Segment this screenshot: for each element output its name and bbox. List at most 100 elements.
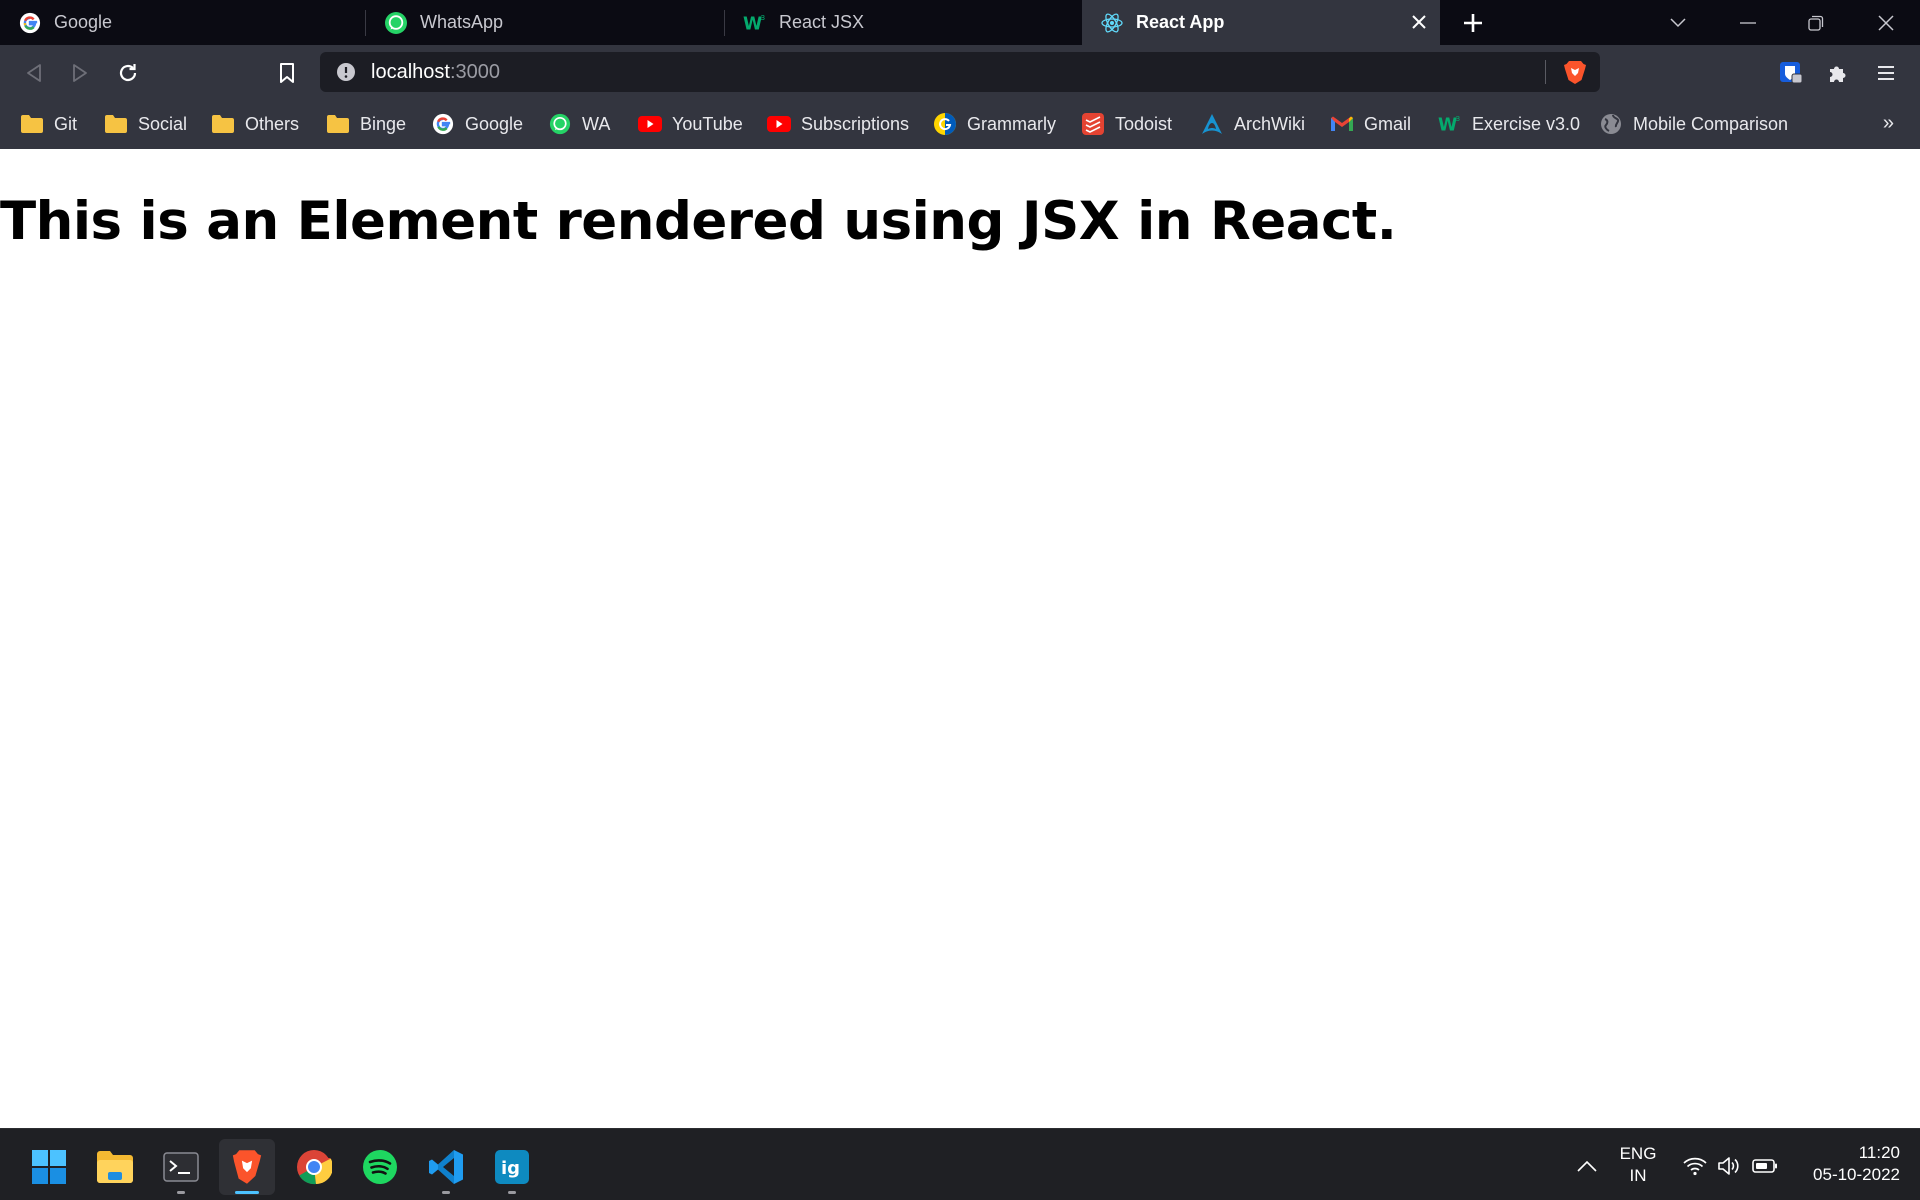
plus-icon: [1464, 14, 1482, 32]
close-window-button[interactable]: [1858, 0, 1914, 45]
new-tab-button[interactable]: [1456, 6, 1490, 40]
forward-button[interactable]: [60, 53, 100, 93]
taskbar-vscode[interactable]: [418, 1139, 474, 1195]
folder-icon: [326, 112, 350, 136]
brave-shields-icon[interactable]: [1562, 59, 1588, 85]
svg-text:W: W: [743, 14, 762, 34]
file-explorer-icon: [97, 1151, 133, 1183]
bookmarks-bar: Git Social Others Binge Google WA YouTub…: [0, 100, 1920, 149]
taskbar-spotify[interactable]: [352, 1139, 408, 1195]
tab-label: React App: [1136, 12, 1225, 32]
bookmark-folder-git[interactable]: Git: [20, 111, 77, 137]
bookmark-grammarly[interactable]: Grammarly: [933, 111, 1056, 137]
site-info-icon[interactable]: [336, 62, 356, 82]
battery-icon: [1752, 1159, 1777, 1173]
close-icon: [1878, 14, 1894, 31]
bookmark-button[interactable]: [267, 53, 307, 93]
minimize-button[interactable]: [1720, 0, 1776, 45]
bookmark-folder-others[interactable]: Others: [211, 111, 299, 137]
close-tab-icon[interactable]: [1406, 9, 1432, 35]
bookmark-gmail[interactable]: Gmail: [1330, 111, 1411, 137]
taskbar-chrome[interactable]: [286, 1139, 342, 1195]
whatsapp-icon: [548, 112, 572, 136]
bookmark-label: Google: [465, 113, 524, 134]
bookmark-label: YouTube: [672, 113, 743, 134]
taskbar-terminal[interactable]: [153, 1139, 209, 1195]
hamburger-menu-icon: [1878, 66, 1894, 80]
bookmark-wa[interactable]: WA: [548, 111, 610, 137]
folder-icon: [211, 112, 235, 136]
bookmark-folder-binge[interactable]: Binge: [326, 111, 406, 137]
reload-icon: [119, 64, 137, 82]
bookmark-youtube[interactable]: YouTube: [638, 111, 743, 137]
start-button[interactable]: [21, 1139, 77, 1195]
bookmark-archwiki[interactable]: ArchWiki: [1200, 111, 1305, 137]
tray-overflow-button[interactable]: [1574, 1153, 1600, 1179]
bookmark-exercise[interactable]: W3 Exercise v3.0: [1438, 111, 1580, 137]
minimize-icon: [1740, 21, 1756, 24]
bitwarden-icon: [1780, 62, 1803, 84]
back-icon: [27, 64, 41, 82]
taskbar-brave[interactable]: [219, 1139, 275, 1195]
input-language[interactable]: ENG IN: [1614, 1143, 1662, 1187]
bookmarks-overflow-button[interactable]: »: [1883, 112, 1894, 135]
bookmark-label: Binge: [360, 113, 407, 134]
address-bar[interactable]: localhost:3000: [320, 52, 1600, 92]
svg-text:ig: ig: [501, 1158, 520, 1179]
bookmark-label: Exercise v3.0: [1472, 113, 1581, 134]
bookmark-label: Mobile Comparison: [1633, 113, 1789, 134]
taskbar-file-explorer[interactable]: [87, 1139, 143, 1195]
gmail-icon: [1330, 112, 1354, 136]
tab-google[interactable]: Google: [0, 0, 365, 45]
running-indicator: [508, 1191, 516, 1194]
region-code: IN: [1629, 1166, 1647, 1185]
bookmark-label: Social: [138, 113, 188, 134]
bookmark-mobile-comparison[interactable]: Mobile Comparison: [1599, 111, 1788, 137]
grammarly-icon: [933, 112, 957, 136]
tab-whatsapp[interactable]: WhatsApp: [366, 0, 724, 45]
reload-button[interactable]: [108, 53, 148, 93]
tab-strip: Google WhatsApp W3 React JSX React App: [0, 0, 1920, 45]
wifi-status[interactable]: [1682, 1153, 1708, 1179]
extensions-button[interactable]: [1818, 53, 1858, 93]
svg-text:W: W: [1438, 115, 1457, 135]
extension-button[interactable]: [1771, 53, 1811, 93]
terminal-icon: [163, 1152, 199, 1182]
windows-start-icon: [32, 1150, 66, 1184]
chrome-icon: [297, 1150, 332, 1185]
svg-text:3: 3: [761, 13, 766, 22]
restore-button[interactable]: [1788, 0, 1844, 45]
bookmark-label: Grammarly: [967, 113, 1056, 134]
address-host: localhost: [371, 61, 450, 83]
google-icon: [431, 112, 455, 136]
bookmark-todoist[interactable]: Todoist: [1081, 111, 1172, 137]
page-content: This is an Element rendered using JSX in…: [0, 149, 1920, 1128]
taskbar-instagram-app[interactable]: ig: [484, 1139, 540, 1195]
folder-icon: [20, 112, 44, 136]
react-icon: [1100, 11, 1124, 35]
bookmark-subscriptions[interactable]: Subscriptions: [767, 111, 909, 137]
chevron-down-icon: [1670, 17, 1686, 27]
address-text[interactable]: localhost:3000: [371, 61, 500, 84]
spotify-icon: [363, 1150, 397, 1184]
tab-search-button[interactable]: [1650, 0, 1706, 45]
bookmark-label: Subscriptions: [801, 113, 910, 134]
tab-react-jsx[interactable]: W3 React JSX: [725, 0, 1082, 45]
tab-label: React JSX: [779, 12, 865, 32]
bookmark-label: Gmail: [1364, 113, 1412, 134]
page-heading: This is an Element rendered using JSX in…: [0, 191, 1397, 252]
tab-label: WhatsApp: [420, 12, 504, 32]
back-button[interactable]: [14, 53, 54, 93]
clock[interactable]: 11:20 05-10-2022: [1794, 1142, 1900, 1186]
arch-icon: [1200, 112, 1224, 136]
tab-react-app[interactable]: React App: [1082, 0, 1440, 45]
battery-status[interactable]: [1752, 1153, 1778, 1179]
volume-status[interactable]: [1716, 1153, 1742, 1179]
w3schools-icon: W3: [1438, 112, 1462, 136]
menu-button[interactable]: [1866, 53, 1906, 93]
bookmark-icon: [280, 63, 294, 83]
bookmark-folder-social[interactable]: Social: [104, 111, 187, 137]
bookmark-google[interactable]: Google: [431, 111, 523, 137]
clock-time: 11:20: [1858, 1143, 1900, 1162]
toolbar: localhost:3000: [0, 45, 1920, 100]
